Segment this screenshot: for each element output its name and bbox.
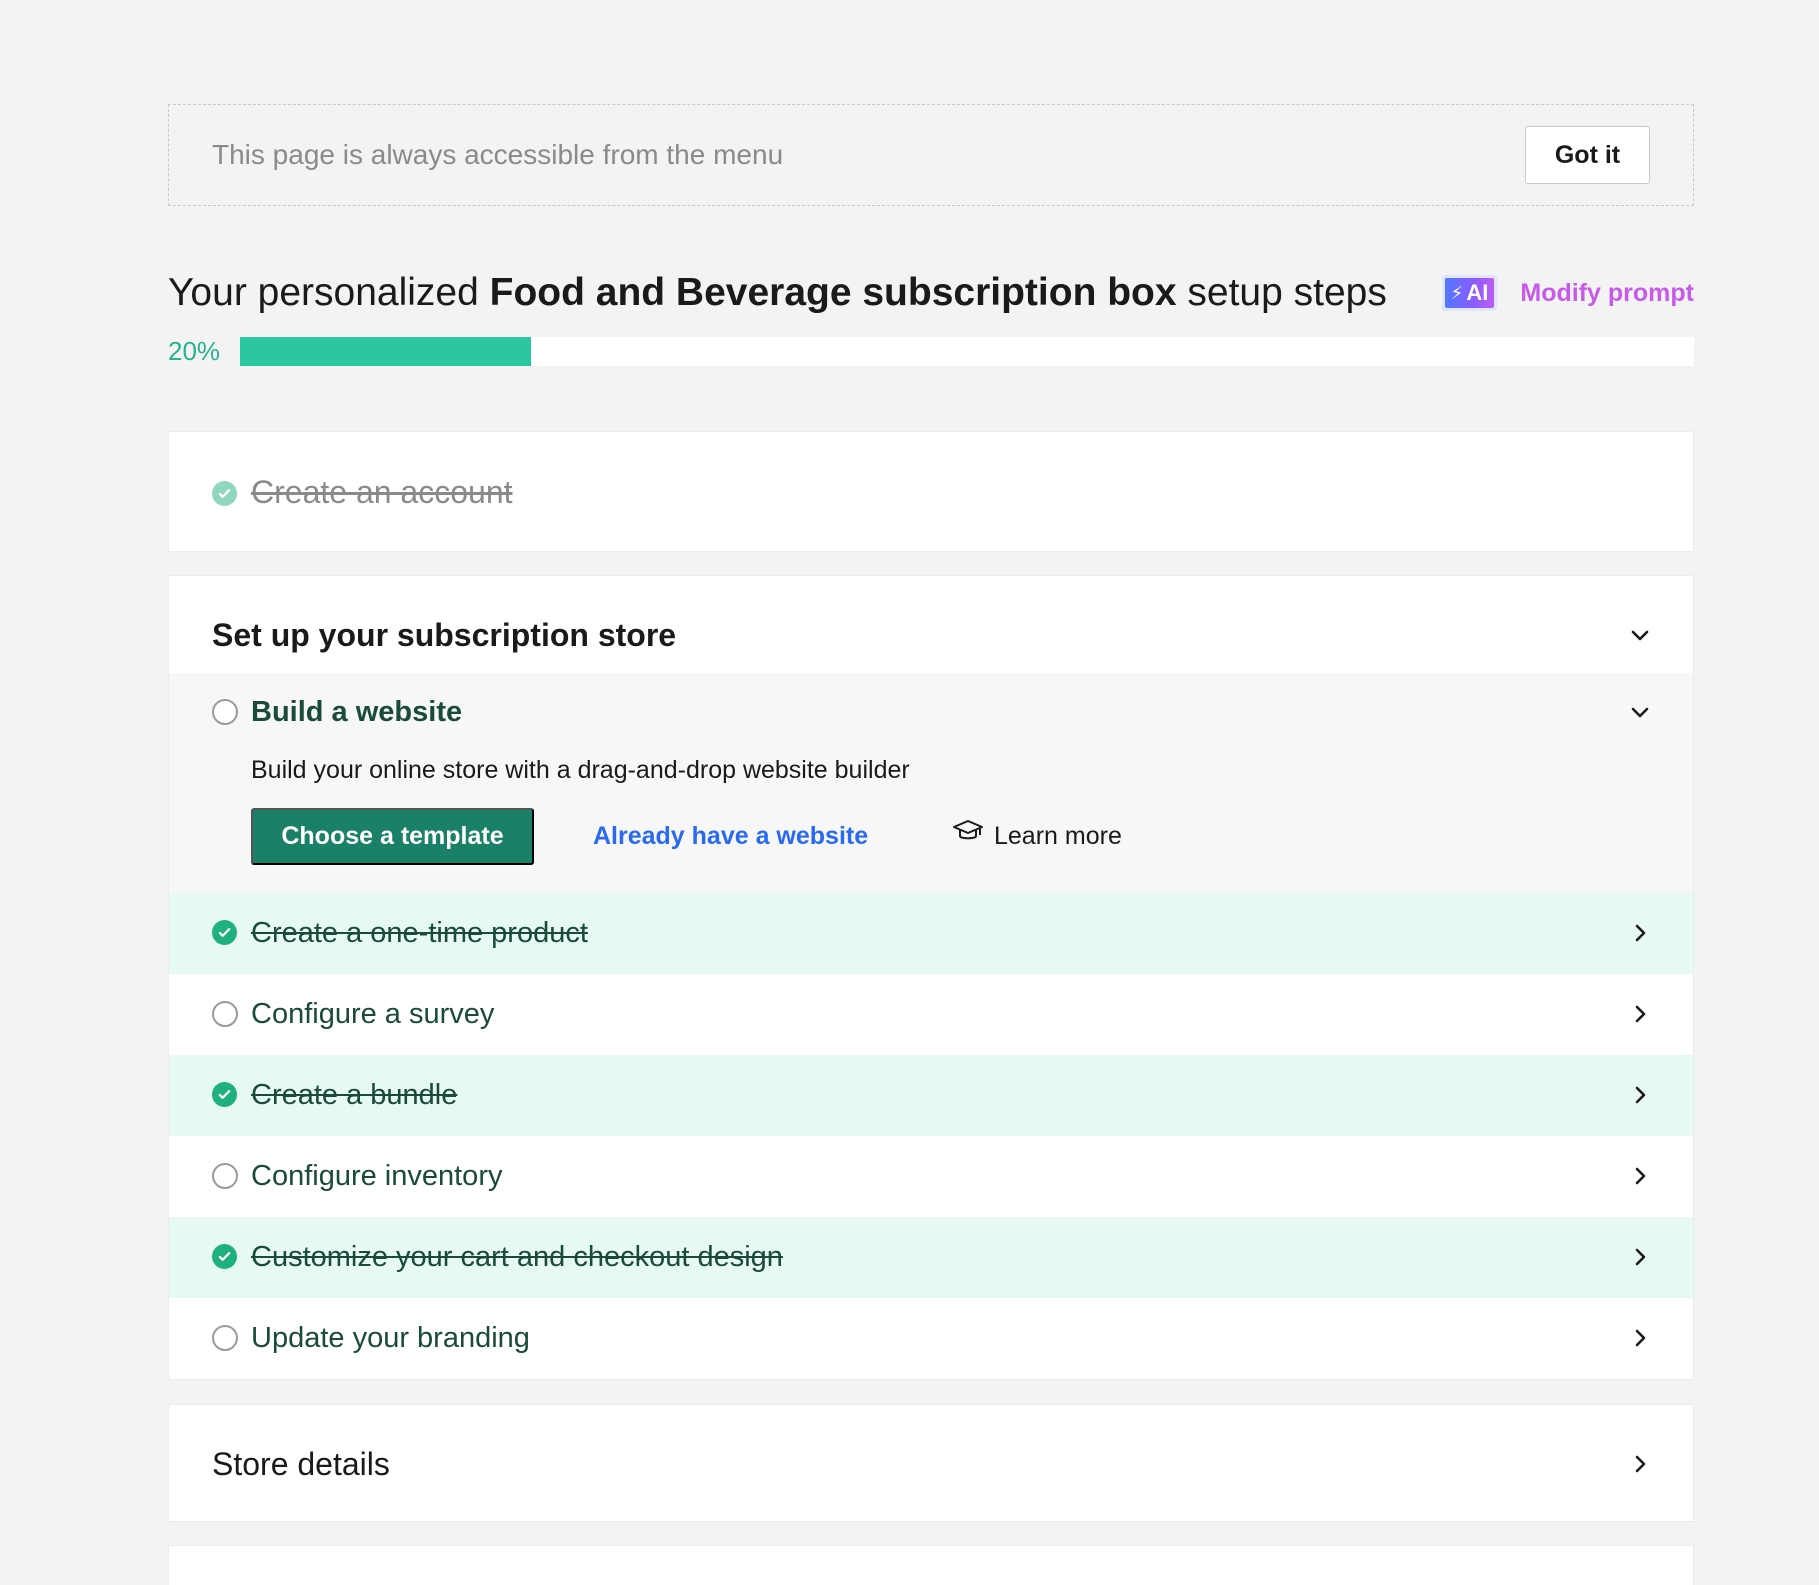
chevron-right-icon xyxy=(1629,1246,1651,1268)
completed-check-icon xyxy=(212,1082,237,1107)
ai-badge: ⚡ AI xyxy=(1442,275,1497,311)
task-row-update-branding[interactable]: Update your branding xyxy=(169,1298,1693,1379)
task-label: Customize your cart and checkout design xyxy=(251,1241,783,1273)
completed-check-icon xyxy=(212,920,237,945)
task-row-create-one-time-product[interactable]: Create a one-time product xyxy=(169,893,1693,974)
title-emphasis: Food and Beverage subscription box xyxy=(489,271,1177,314)
graduation-cap-icon xyxy=(952,818,984,854)
build-website-description: Build your online store with a drag-and-… xyxy=(251,756,910,784)
incomplete-radio-icon[interactable] xyxy=(212,1325,238,1351)
task-row-customize-cart-checkout[interactable]: Customize your cart and checkout design xyxy=(169,1217,1693,1298)
choose-template-button[interactable]: Choose a template xyxy=(251,808,534,865)
incomplete-radio-icon[interactable] xyxy=(212,1001,238,1027)
task-label: Configure a survey xyxy=(251,998,495,1030)
got-it-button[interactable]: Got it xyxy=(1525,126,1650,184)
task-label: Create a one-time product xyxy=(251,917,588,949)
setup-guide-page: This page is always accessible from the … xyxy=(0,0,1819,1585)
learn-more-label: Learn more xyxy=(994,822,1122,850)
build-website-panel: Build a website Build your online store … xyxy=(169,673,1693,893)
chevron-down-icon[interactable] xyxy=(1629,701,1651,723)
incomplete-radio-icon[interactable] xyxy=(212,699,238,725)
already-have-website-link[interactable]: Already have a website xyxy=(593,818,868,854)
chevron-right-icon xyxy=(1629,1084,1651,1106)
build-website-title: Build a website xyxy=(251,696,463,728)
chevron-right-icon xyxy=(1629,922,1651,944)
completed-check-icon xyxy=(212,481,237,506)
page-title: Your personalized Food and Beverage subs… xyxy=(168,268,1387,318)
chevron-right-icon xyxy=(1629,1453,1651,1475)
task-label: Configure inventory xyxy=(251,1160,503,1192)
section-title: Store details xyxy=(212,1446,390,1482)
task-row-configure-inventory[interactable]: Configure inventory xyxy=(169,1136,1693,1217)
task-row-create-bundle[interactable]: Create a bundle xyxy=(169,1055,1693,1136)
ai-badge-label: AI xyxy=(1466,280,1489,305)
chevron-right-icon xyxy=(1629,1003,1651,1025)
title-prefix: Your personalized xyxy=(168,271,490,314)
task-row-configure-survey[interactable]: Configure a survey xyxy=(169,974,1693,1055)
chevron-right-icon xyxy=(1629,1327,1651,1349)
section-title: Set up your subscription store xyxy=(212,617,677,653)
chevron-right-icon xyxy=(1629,1165,1651,1187)
progress-percentage: 20% xyxy=(168,336,221,366)
progress-bar-fill xyxy=(240,337,531,366)
step-create-account[interactable]: Create an account xyxy=(168,431,1694,552)
completed-check-icon xyxy=(212,1244,237,1269)
store-details-section[interactable]: Store details xyxy=(168,1404,1694,1522)
progress-bar xyxy=(240,337,1694,366)
step-label: Create an account xyxy=(251,474,513,510)
title-suffix: setup steps xyxy=(1176,271,1387,314)
task-label: Create a bundle xyxy=(251,1079,458,1111)
learn-more-link[interactable]: Learn more xyxy=(952,818,1122,854)
modify-prompt-link[interactable]: Modify prompt xyxy=(1520,275,1694,311)
setup-subscription-store-section: Set up your subscription store Build a w… xyxy=(168,575,1694,1380)
menu-notice-banner: This page is always accessible from the … xyxy=(168,104,1694,206)
task-label: Update your branding xyxy=(251,1322,530,1354)
chevron-down-icon[interactable] xyxy=(1629,624,1651,646)
next-section-card xyxy=(168,1545,1694,1585)
lightning-bolt-icon: ⚡ xyxy=(1450,282,1464,303)
notice-text: This page is always accessible from the … xyxy=(212,139,784,170)
incomplete-radio-icon[interactable] xyxy=(212,1163,238,1189)
